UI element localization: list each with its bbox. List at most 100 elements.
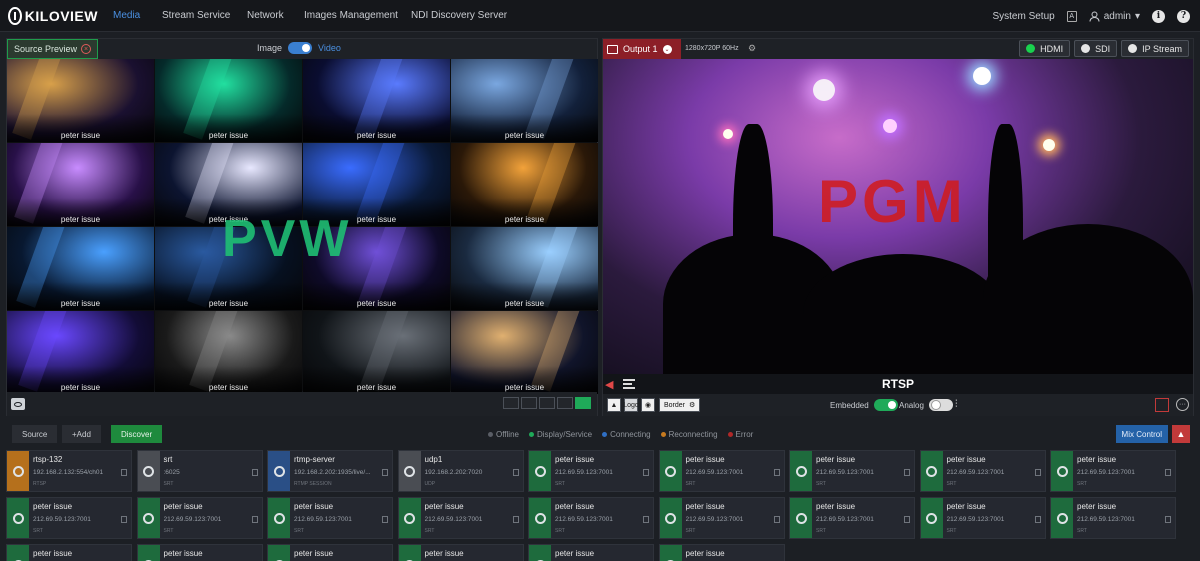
discover-button[interactable]: Discover xyxy=(111,425,163,443)
source-button[interactable]: Source xyxy=(12,425,58,443)
preview-tile[interactable]: peter issue xyxy=(451,227,598,310)
source-card[interactable]: peter issue212.69.59.123:7001SRT xyxy=(919,450,1046,492)
source-card[interactable]: peter issue212.69.59.123:7001SRT xyxy=(6,497,132,539)
camera-icon xyxy=(12,512,24,524)
preview-tile[interactable]: peter issue xyxy=(303,59,450,142)
nav-network[interactable]: Network xyxy=(247,10,284,21)
preview-tile[interactable]: peter issue xyxy=(7,143,154,226)
source-card[interactable]: peter issue212.69.59.123:7001SRT xyxy=(789,450,915,492)
source-card[interactable]: peter issue212.69.59.123:7001SRT xyxy=(789,497,915,539)
output-selector[interactable]: Output 1 ⌄ xyxy=(603,39,681,59)
source-settings-icon[interactable] xyxy=(382,469,388,476)
embedded-switch[interactable] xyxy=(873,399,898,411)
image-video-toggle[interactable]: Image Video xyxy=(257,42,341,54)
preview-tile[interactable]: peter issue xyxy=(451,311,598,394)
image-overlay-icon[interactable]: ▲ xyxy=(607,398,621,412)
user-menu[interactable]: admin ▾ xyxy=(1089,11,1140,22)
source-card[interactable]: rtsp-132 192.168.2.132:554/ch01 RTSP xyxy=(6,450,132,492)
source-settings-icon[interactable] xyxy=(251,469,258,476)
system-setup-link[interactable]: System Setup xyxy=(992,11,1054,22)
nav-images-management[interactable]: Images Management xyxy=(304,10,398,21)
audio-mixer-icon[interactable]: ⫶ xyxy=(955,399,958,410)
source-settings-icon[interactable] xyxy=(643,469,649,476)
source-card[interactable]: peter issue212.69.59.123:7001SRT xyxy=(267,497,393,539)
nav-media[interactable]: Media xyxy=(113,10,140,21)
nav-stream-service[interactable]: Stream Service xyxy=(162,10,230,21)
source-settings-icon[interactable] xyxy=(121,516,127,523)
source-card[interactable]: peter issue212.69.59.123:7001SRT xyxy=(658,450,785,492)
nav-ndi-discovery-server[interactable]: NDI Discovery Server xyxy=(411,10,507,21)
language-icon[interactable]: A xyxy=(1066,10,1077,22)
source-settings-icon[interactable] xyxy=(512,469,519,476)
source-card[interactable]: peter issue212.69.59.123:7001SRT xyxy=(136,497,263,539)
source-card[interactable]: peter issue212.69.59.123:7001SRT xyxy=(528,497,654,539)
source-settings-icon[interactable] xyxy=(251,516,258,523)
source-settings-icon[interactable] xyxy=(643,516,649,523)
source-card[interactable]: peter issue212.69.59.123:7001SRT xyxy=(658,544,785,561)
eye-toggle-icon[interactable]: ◉ xyxy=(641,398,655,412)
delete-icon[interactable]: ▲ xyxy=(1172,425,1190,443)
logo-button[interactable]: Logo xyxy=(623,398,639,412)
source-settings-icon[interactable] xyxy=(1165,516,1171,523)
source-settings-icon[interactable] xyxy=(904,516,910,523)
source-settings-icon[interactable] xyxy=(904,469,910,476)
source-card[interactable]: peter issue212.69.59.123:7001SRT xyxy=(397,497,524,539)
preview-tile[interactable]: peter issue xyxy=(451,59,598,142)
preview-tile[interactable]: peter issue xyxy=(7,311,154,394)
tile-caption: peter issue xyxy=(356,383,397,392)
source-card[interactable]: rtmp-server 192.168.2.202:1935/live/... RT… xyxy=(267,450,393,492)
close-icon[interactable]: × xyxy=(81,44,92,54)
source-card[interactable]: peter issue212.69.59.123:7001SRT xyxy=(528,544,654,561)
source-preview-tab[interactable]: Source Preview × xyxy=(7,39,99,59)
preview-tile[interactable]: peter issue xyxy=(451,143,598,226)
border-button[interactable]: Border ⚙ xyxy=(659,398,701,412)
preview-tile[interactable]: peter issue xyxy=(7,59,154,142)
source-settings-icon[interactable] xyxy=(1034,516,1041,523)
analog-switch[interactable] xyxy=(928,399,953,411)
layout-1x1[interactable] xyxy=(503,397,519,409)
source-settings-icon[interactable] xyxy=(512,516,519,523)
add-button[interactable]: +Add xyxy=(62,425,101,443)
info-icon[interactable]: i xyxy=(1152,9,1165,23)
source-settings-icon[interactable] xyxy=(1165,469,1171,476)
source-settings-icon[interactable] xyxy=(1034,469,1041,476)
layout-2x2[interactable] xyxy=(539,397,555,409)
ip-stream-button[interactable]: IP Stream xyxy=(1121,40,1189,57)
source-card[interactable]: peter issue212.69.59.123:7001SRT xyxy=(136,544,263,561)
source-card[interactable]: peter issue212.69.59.123:7001SRT xyxy=(267,544,393,561)
preview-tile[interactable]: peter issue xyxy=(7,227,154,310)
sdi-button[interactable]: SDI xyxy=(1074,40,1118,57)
hdmi-button[interactable]: HDMI xyxy=(1019,40,1071,57)
toggle-switch[interactable] xyxy=(288,42,313,54)
analog-audio-toggle[interactable]: Analog xyxy=(899,399,953,411)
source-card[interactable]: peter issue212.69.59.123:7001SRT xyxy=(6,544,132,561)
mix-control-button[interactable]: Mix Control xyxy=(1115,425,1168,443)
source-name: peter issue xyxy=(685,502,725,511)
source-settings-icon[interactable] xyxy=(121,469,127,476)
help-icon[interactable]: ? xyxy=(1177,9,1190,23)
record-box[interactable] xyxy=(1155,398,1169,412)
preview-tile[interactable]: peter issue xyxy=(155,59,302,142)
gear-icon[interactable]: ⚙ xyxy=(748,43,756,54)
layout-3x3[interactable] xyxy=(557,397,573,409)
source-settings-icon[interactable] xyxy=(773,469,780,476)
more-icon[interactable]: ··· xyxy=(1176,398,1189,411)
source-settings-icon[interactable] xyxy=(773,516,780,523)
preview-tile[interactable]: peter issue xyxy=(155,311,302,394)
source-card[interactable]: peter issue212.69.59.123:7001SRT xyxy=(397,544,524,561)
layout-1x2[interactable] xyxy=(521,397,537,409)
source-settings-icon[interactable] xyxy=(382,516,388,523)
kiloview-logo[interactable]: KILOVIEW xyxy=(8,6,98,26)
source-card[interactable]: udp1 192.168.2.202:7020 UDP xyxy=(397,450,524,492)
embedded-audio-toggle[interactable]: Embedded xyxy=(830,399,898,411)
toggle-video-label: Video xyxy=(318,43,341,53)
layout-4x4[interactable] xyxy=(575,397,591,409)
source-card[interactable]: peter issue212.69.59.123:7001SRT xyxy=(1050,450,1176,492)
source-card[interactable]: peter issue212.69.59.123:7001SRT xyxy=(1050,497,1176,539)
preview-tile[interactable]: peter issue xyxy=(303,311,450,394)
source-card[interactable]: peter issue212.69.59.123:7001SRT xyxy=(919,497,1046,539)
source-card[interactable]: srt:6025 SRT xyxy=(136,450,263,492)
source-card[interactable]: peter issue212.69.59.123:7001SRT xyxy=(658,497,785,539)
eye-icon[interactable] xyxy=(11,398,25,410)
source-card[interactable]: peter issue212.69.59.123:7001SRT xyxy=(528,450,654,492)
